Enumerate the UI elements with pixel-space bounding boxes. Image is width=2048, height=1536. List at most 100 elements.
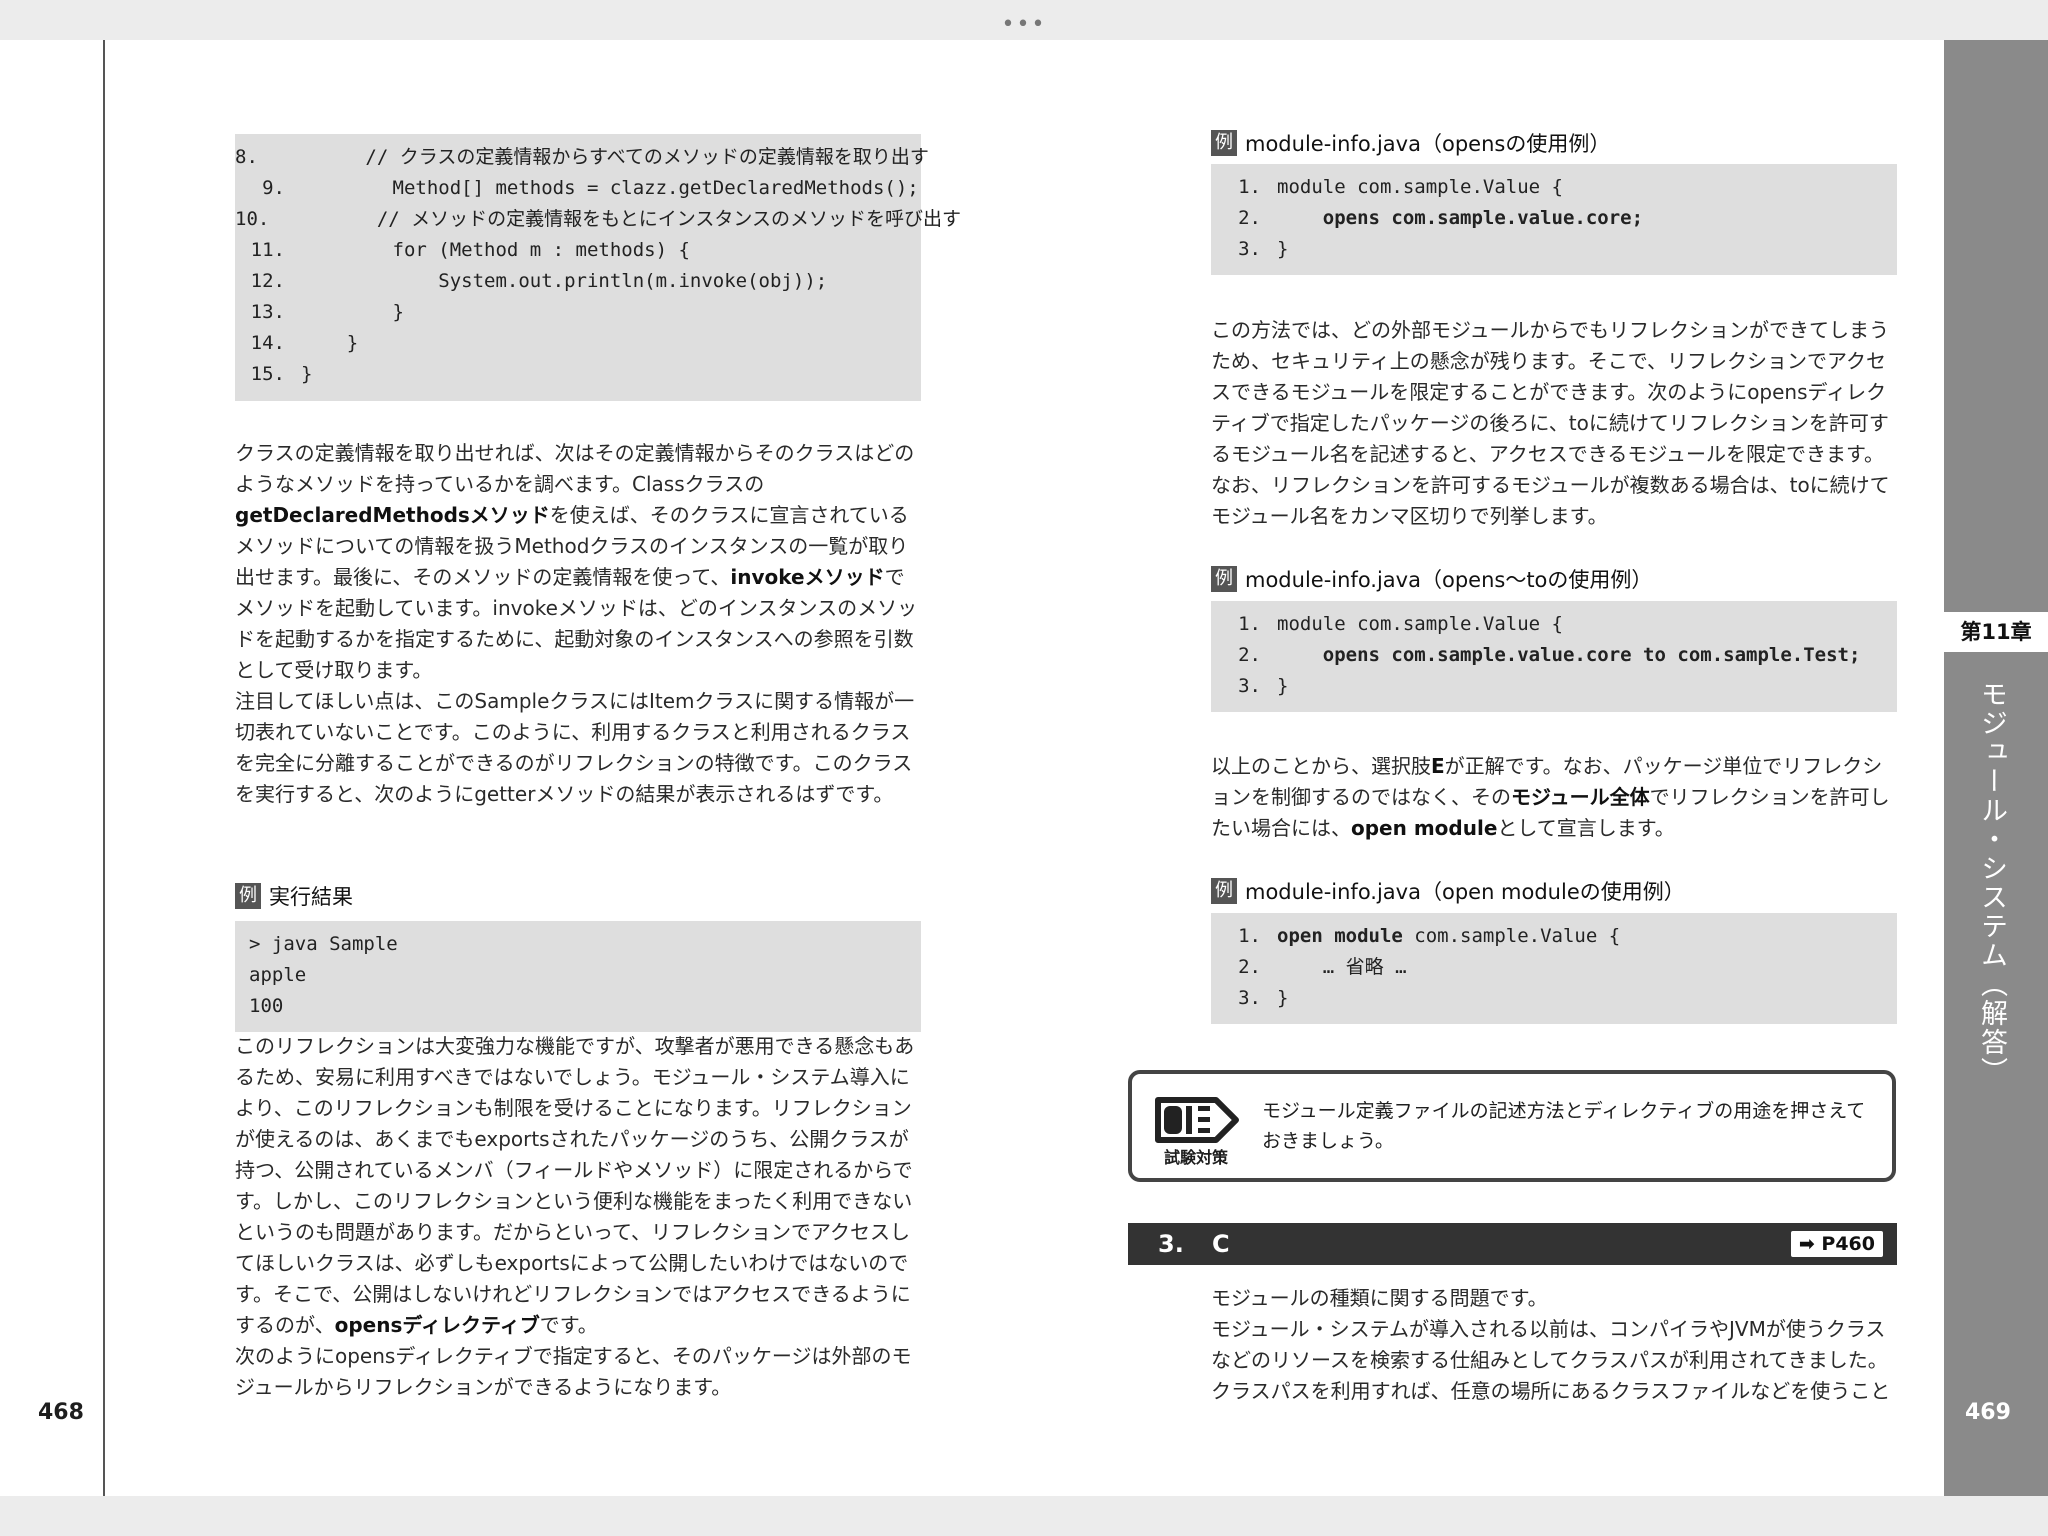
code-text: System.out.println(m.invoke(obj)); — [301, 270, 828, 292]
line-number: 1. — [1238, 176, 1261, 198]
bold-term: getDeclaredMethodsメソッド — [235, 503, 550, 527]
example-heading-run-result: 例 実行結果 — [235, 881, 353, 911]
example-heading-opens-to: 例 module-info.java（opens～toの使用例） — [1211, 564, 1652, 594]
line-number: 8. — [235, 146, 258, 168]
code-line: 9. Method[] methods = clazz.getDeclaredM… — [235, 173, 921, 204]
code-text: opens com.sample.value.core; — [1261, 203, 1643, 234]
text-span: です。 — [539, 1313, 598, 1337]
question-number: 3. — [1158, 1230, 1184, 1258]
code-line: > java Sample — [249, 933, 398, 955]
code-line: 1. module com.sample.Value { — [1211, 172, 1897, 203]
text-span: として宣言します。 — [1497, 816, 1675, 840]
bold-term: opensディレクティブ — [334, 1313, 540, 1337]
text-paragraph: モジュール・システムが導入される以前は、コンパイラやJVMが使うクラスなどのリソ… — [1211, 1317, 1891, 1403]
code-block-opens-to: 1. module com.sample.Value {2. opens com.… — [1211, 601, 1897, 712]
line-number: 9. — [262, 177, 285, 199]
code-line: 3.} — [1211, 234, 1897, 265]
code-keyword: opens com.sample.value.core; — [1322, 207, 1644, 229]
code-line: 15.} — [235, 359, 921, 390]
code-line: 13. } — [235, 297, 921, 328]
menu-dots-icon[interactable]: ••• — [0, 12, 2048, 37]
example-tag: 例 — [1211, 878, 1237, 904]
line-number: 12. — [250, 270, 285, 292]
paragraph-getdeclaredmethods: クラスの定義情報を取り出せれば、次はその定義情報からそのクラスはどのようなメソッ… — [235, 438, 921, 810]
line-number: 2. — [1238, 207, 1261, 229]
answer-letter: C — [1212, 1230, 1230, 1258]
page-reference-link[interactable]: ➡ P460 — [1790, 1231, 1883, 1257]
code-text: } — [1277, 675, 1289, 697]
line-number: 11. — [250, 239, 285, 261]
page-number-right: 469 — [1965, 1400, 2011, 1425]
exam-tip-label: 試験対策 — [1164, 1148, 1229, 1167]
example-heading-opens: 例 module-info.java（opensの使用例） — [1211, 128, 1610, 158]
code-line: apple — [249, 964, 307, 986]
code-line: 14. } — [235, 328, 921, 359]
code-text: } — [301, 363, 313, 385]
code-text: opens com.sample.value.core to com.sampl… — [1261, 640, 1861, 671]
code-text: module com.sample.Value { — [1261, 172, 1563, 203]
code-line: 2. … 省略 … — [1211, 952, 1897, 983]
code-text: … 省略 … — [1277, 956, 1407, 978]
code-text: … 省略 … — [1261, 952, 1407, 983]
line-number: 3. — [1238, 675, 1261, 697]
exam-tip-box: 試験対策 モジュール定義ファイルの記述方法とディレクティブの用途を押さえておきま… — [1128, 1070, 1896, 1182]
line-number: 2. — [1238, 644, 1261, 666]
line-number: 3. — [1238, 987, 1261, 1009]
code-text: Method[] methods = clazz.getDeclaredMeth… — [301, 177, 919, 199]
code-line: 12. System.out.println(m.invoke(obj)); — [235, 266, 921, 297]
line-number: 13. — [250, 301, 285, 323]
text-span: クラスの定義情報を取り出せれば、次はその定義情報からそのクラスはどのようなメソッ… — [235, 441, 915, 496]
code-line: 3.} — [1211, 983, 1897, 1014]
line-number: 1. — [1238, 925, 1261, 947]
code-block-open-module: 1. open module com.sample.Value {2. … 省略 … — [1211, 913, 1897, 1024]
example-label: module-info.java（opensの使用例） — [1245, 132, 1611, 156]
code-line: 2. opens com.sample.value.core; — [1211, 203, 1897, 234]
example-tag: 例 — [235, 883, 261, 909]
paragraph-answer-e: 以上のことから、選択肢Eが正解です。なお、パッケージ単位でリフレクションを制御す… — [1211, 751, 1897, 844]
line-number: 15. — [250, 363, 285, 385]
answer-section-header: 3. C ➡ P460 — [1128, 1223, 1897, 1265]
code-line: 3.} — [1211, 671, 1897, 702]
code-text: } — [301, 301, 404, 323]
code-line: 8. // クラスの定義情報からすべてのメソッドの定義情報を取り出す — [235, 142, 929, 173]
code-block-output: > java Sample apple 100 — [235, 921, 921, 1032]
chapter-label: 第11章 — [1944, 612, 2048, 652]
example-label: module-info.java（opens～toの使用例） — [1245, 568, 1653, 592]
code-text: module com.sample.Value { — [1277, 176, 1563, 198]
bold-term: E — [1431, 754, 1445, 778]
code-text: } — [1277, 987, 1289, 1009]
right-page: 例 module-info.java（opensの使用例） 1. module c… — [1024, 40, 2048, 1496]
text-span: 以上のことから、選択肢 — [1211, 754, 1431, 778]
code-text: com.sample.Value { — [1402, 925, 1621, 947]
text-paragraph: 次のようにopensディレクティブで指定すると、そのパッケージは外部のモジュール… — [235, 1344, 912, 1399]
code-keyword: opens com.sample.value.core to com.sampl… — [1322, 644, 1861, 666]
code-text: // クラスの定義情報からすべてのメソッドの定義情報を取り出す — [273, 146, 929, 168]
code-block-reflection: 8. // クラスの定義情報からすべてのメソッドの定義情報を取り出す 9. Met… — [235, 134, 961, 401]
text-paragraph: 注目してほしい点は、このSampleクラスにはItemクラスに関する情報が一切表… — [235, 689, 915, 806]
example-label: 実行結果 — [269, 885, 353, 909]
code-text: } — [1261, 234, 1288, 265]
paragraph-module-types: モジュールの種類に関する問題です。 モジュール・システムが導入される以前は、コン… — [1211, 1283, 1897, 1407]
code-text: open module com.sample.Value { — [1261, 921, 1620, 952]
code-text: } — [1261, 671, 1288, 702]
text-span: このリフレクションは大変強力な機能ですが、攻撃者が悪用できる懸念もあるため、安易… — [235, 1034, 915, 1337]
code-line: 11. for (Method m : methods) { — [235, 235, 921, 266]
line-number: 2. — [1238, 956, 1261, 978]
left-page: 8. // クラスの定義情報からすべてのメソッドの定義情報を取り出す 9. Met… — [0, 40, 1024, 1496]
paragraph-opens-to: この方法では、どの外部モジュールからでもリフレクションができてしまうため、セキュ… — [1211, 315, 1897, 532]
paragraph-opens-directive: このリフレクションは大変強力な機能ですが、攻撃者が悪用できる懸念もあるため、安易… — [235, 1031, 921, 1403]
text-paragraph: この方法では、どの外部モジュールからでもリフレクションができてしまうため、セキュ… — [1211, 318, 1890, 528]
line-number: 10. — [235, 208, 270, 230]
bold-term: open module — [1351, 816, 1498, 840]
code-line: 2. opens com.sample.value.core to com.sa… — [1211, 640, 1897, 671]
line-number: 1. — [1238, 613, 1261, 635]
code-block-opens: 1. module com.sample.Value { 2. opens com.… — [1211, 164, 1897, 275]
code-line: 10. // メソッドの定義情報をもとにインスタンスのメソッドを呼び出す — [235, 204, 961, 235]
code-text: for (Method m : methods) { — [301, 239, 690, 261]
text-paragraph: モジュールの種類に関する問題です。 — [1211, 1286, 1548, 1310]
code-line: 100 — [249, 995, 284, 1017]
example-label: module-info.java（open moduleの使用例） — [1245, 880, 1685, 904]
bold-term: モジュール全体 — [1511, 785, 1650, 809]
